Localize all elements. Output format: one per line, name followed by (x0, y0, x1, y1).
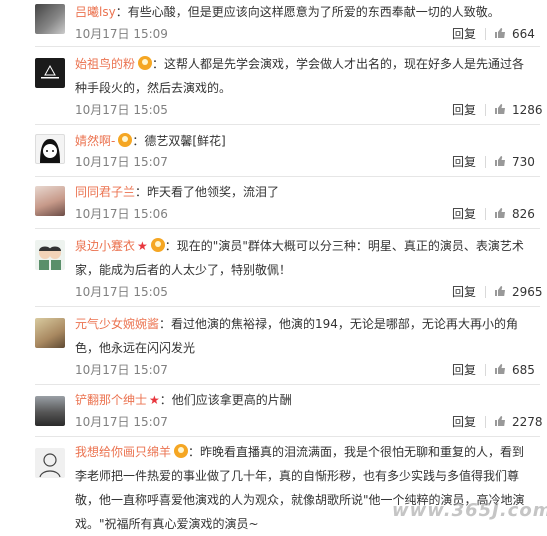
separator (485, 104, 486, 116)
like-button[interactable]: 685 (494, 362, 535, 378)
separator (485, 364, 486, 376)
like-button[interactable]: 664 (494, 26, 535, 42)
reply-button[interactable]: 回复 (452, 154, 476, 170)
vip-badge-icon (118, 133, 133, 147)
avatar[interactable] (35, 240, 65, 270)
like-count: 730 (512, 155, 535, 169)
comment-date: 10月17日 15:05 (75, 103, 168, 117)
username[interactable]: 我想给你画只绵羊 (75, 445, 171, 459)
divider (35, 124, 540, 125)
comment-date: 10月17日 15:07 (75, 155, 168, 169)
username[interactable]: 婧然啊- (75, 134, 115, 148)
red-star-icon: ★ (137, 239, 148, 253)
red-star-icon: ★ (149, 393, 160, 407)
avatar[interactable] (35, 134, 65, 164)
like-count: 1286 (512, 103, 543, 117)
separator (485, 286, 486, 298)
divider (35, 384, 540, 385)
separator (485, 156, 486, 168)
divider (35, 436, 540, 437)
cartoon-couple-avatar (39, 246, 61, 270)
reply-button[interactable]: 回复 (452, 362, 476, 378)
reply-button[interactable]: 回复 (452, 284, 476, 300)
avatar[interactable] (35, 58, 65, 88)
separator (485, 416, 486, 428)
like-button[interactable]: 730 (494, 154, 535, 170)
avatar[interactable] (35, 186, 65, 216)
watermark: www.365J.com (392, 500, 547, 521)
comment-date: 10月17日 15:07 (75, 415, 168, 429)
username[interactable]: 泉边小蹇衣 (75, 239, 135, 253)
username[interactable]: 始祖鸟的粉 (75, 57, 135, 71)
reply-button[interactable]: 回复 (452, 206, 476, 222)
thumb-up-icon (495, 416, 505, 426)
like-count: 2965 (512, 285, 543, 299)
like-count: 826 (512, 207, 535, 221)
avatar[interactable] (35, 448, 65, 478)
thumb-up-icon (495, 286, 505, 296)
divider (35, 176, 540, 177)
comment-text: 有些心酸，但是更应该向这样愿意为了所爱的东西奉献一切的人致敬。 (127, 5, 500, 19)
cartoon-girl-avatar (40, 139, 60, 163)
like-count: 664 (512, 27, 535, 41)
divider (35, 228, 540, 229)
divider (35, 46, 540, 47)
arcteryx-logo-icon (41, 64, 59, 79)
username[interactable]: 吕曦lsy (75, 5, 116, 19)
comment-text: 昨天看了他领奖，流泪了 (147, 185, 280, 199)
thumb-up-icon (495, 208, 505, 218)
username[interactable]: 铲翻那个绅士 (75, 393, 147, 407)
username[interactable]: 同同君子兰 (75, 185, 135, 199)
comment-date: 10月17日 15:09 (75, 27, 168, 41)
vip-badge-icon (174, 444, 189, 458)
thumb-up-icon (495, 156, 505, 166)
comment-text: 他们应该拿更高的片酬 (171, 393, 292, 407)
vip-badge-icon (150, 238, 165, 252)
comment-date: 10月17日 15:05 (75, 285, 168, 299)
separator (485, 28, 486, 40)
thumb-up-icon (495, 28, 505, 38)
divider (35, 306, 540, 307)
avatar[interactable] (35, 318, 65, 348)
vip-badge-icon (138, 56, 153, 70)
comment-date: 10月17日 15:07 (75, 363, 168, 377)
comment-text: 德艺双馨[鲜花] (144, 134, 226, 148)
thumb-up-icon (495, 364, 505, 374)
reply-button[interactable]: 回复 (452, 26, 476, 42)
thumb-up-icon (495, 104, 505, 114)
like-button[interactable]: 826 (494, 206, 535, 222)
like-button[interactable]: 1286 (494, 102, 543, 118)
username[interactable]: 元气少女婉婉酱 (75, 317, 159, 331)
sketch-avatar (39, 453, 61, 478)
like-button[interactable]: 2278 (494, 414, 543, 430)
avatar[interactable] (35, 4, 65, 34)
reply-button[interactable]: 回复 (452, 102, 476, 118)
avatar[interactable] (35, 396, 65, 426)
like-count: 685 (512, 363, 535, 377)
separator (485, 208, 486, 220)
comment-date: 10月17日 15:06 (75, 207, 168, 221)
like-count: 2278 (512, 415, 543, 429)
reply-button[interactable]: 回复 (452, 414, 476, 430)
like-button[interactable]: 2965 (494, 284, 543, 300)
